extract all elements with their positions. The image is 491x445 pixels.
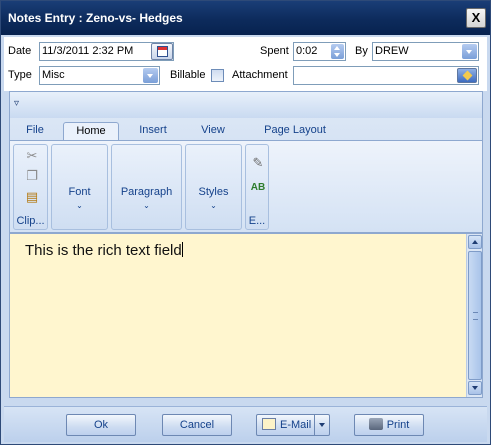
type-select[interactable]: Misc bbox=[39, 66, 160, 85]
rich-text-editor[interactable]: This is the rich text field bbox=[9, 233, 483, 398]
note-form: Date 11/3/2011 2:32 PM Spent 0:02 By DRE… bbox=[4, 37, 487, 91]
find-icon[interactable]: ✎ bbox=[250, 155, 266, 171]
tab-page-layout[interactable]: Page Layout bbox=[250, 122, 340, 140]
scroll-thumb[interactable] bbox=[468, 251, 482, 380]
chevron-down-icon: ⌄ bbox=[143, 201, 150, 210]
printer-icon bbox=[368, 418, 383, 430]
group-clipboard: ✂ ❐ ▤ Clip... bbox=[13, 144, 48, 230]
editing-group-label[interactable]: E... bbox=[246, 215, 268, 227]
copy-icon[interactable]: ❐ bbox=[24, 168, 40, 184]
date-label: Date bbox=[8, 45, 32, 57]
billable-checkbox[interactable] bbox=[211, 69, 224, 82]
paragraph-group-label: Paragraph bbox=[120, 186, 173, 198]
spent-value: 0:02 bbox=[296, 45, 318, 57]
type-value: Misc bbox=[42, 69, 65, 81]
chevron-down-icon: ⌄ bbox=[210, 201, 217, 210]
spin-icon[interactable] bbox=[331, 44, 344, 59]
tab-insert[interactable]: Insert bbox=[128, 122, 178, 140]
spellcheck-icon[interactable]: AB bbox=[250, 180, 266, 196]
ribbon: ▿ File Home Insert View Page Layout ✂ ❐ … bbox=[9, 91, 483, 233]
window-title: Notes Entry : Zeno-vs- Hedges bbox=[8, 11, 183, 25]
cancel-button[interactable]: Cancel bbox=[162, 414, 232, 436]
calendar-button[interactable] bbox=[151, 43, 173, 60]
attachment-field[interactable] bbox=[293, 66, 479, 85]
title-bar[interactable]: Notes Entry : Zeno-vs- Hedges X bbox=[1, 1, 490, 35]
group-styles[interactable]: Styles ⌄ bbox=[185, 144, 242, 230]
paste-icon[interactable]: ▤ bbox=[24, 189, 40, 205]
envelope-icon bbox=[262, 418, 276, 430]
attachment-label: Attachment bbox=[232, 69, 288, 81]
quick-access-toolbar: ▿ bbox=[10, 92, 482, 118]
group-paragraph[interactable]: Paragraph ⌄ bbox=[111, 144, 182, 230]
calendar-icon bbox=[157, 46, 168, 57]
clipboard-group-label[interactable]: Clip... bbox=[14, 215, 47, 227]
scroll-down-icon[interactable] bbox=[468, 381, 482, 395]
print-button[interactable]: Print bbox=[354, 414, 424, 436]
spent-field[interactable]: 0:02 bbox=[293, 42, 346, 61]
dialog-footer: Ok Cancel E-Mail Print bbox=[4, 406, 487, 442]
tab-home[interactable]: Home bbox=[63, 122, 119, 140]
billable-label: Billable bbox=[170, 69, 206, 81]
ok-button[interactable]: Ok bbox=[66, 414, 136, 436]
browse-attachment-button[interactable] bbox=[457, 68, 477, 83]
customize-qat-icon[interactable]: ▿ bbox=[14, 98, 19, 109]
ribbon-tabs: File Home Insert View Page Layout bbox=[10, 118, 482, 140]
chevron-down-icon[interactable] bbox=[462, 44, 477, 59]
group-font[interactable]: Font ⌄ bbox=[51, 144, 108, 230]
cut-icon[interactable]: ✂ bbox=[24, 148, 40, 164]
group-editing: ✎ AB E... bbox=[245, 144, 269, 230]
tab-view[interactable]: View bbox=[190, 122, 236, 140]
spent-label: Spent bbox=[260, 45, 289, 57]
font-group-label: Font bbox=[68, 186, 91, 198]
styles-group-label: Styles bbox=[198, 186, 229, 198]
email-dropdown-chevron[interactable] bbox=[314, 415, 329, 435]
text-caret bbox=[181, 242, 183, 257]
by-select[interactable]: DREW bbox=[372, 42, 479, 61]
tab-file[interactable]: File bbox=[18, 122, 52, 140]
chevron-down-icon: ⌄ bbox=[76, 201, 83, 210]
close-button[interactable]: X bbox=[466, 8, 486, 28]
editor-content[interactable]: This is the rich text field bbox=[25, 242, 183, 259]
notes-entry-window: Notes Entry : Zeno-vs- Hedges X Date 11/… bbox=[0, 0, 491, 445]
by-value: DREW bbox=[375, 45, 409, 57]
chevron-down-icon[interactable] bbox=[143, 68, 158, 83]
type-label: Type bbox=[8, 69, 32, 81]
by-label: By bbox=[355, 45, 368, 57]
scroll-up-icon[interactable] bbox=[468, 235, 482, 249]
vertical-scrollbar[interactable] bbox=[466, 234, 482, 397]
email-button[interactable]: E-Mail bbox=[256, 414, 330, 436]
ribbon-panel-home: ✂ ❐ ▤ Clip... Font ⌄ Paragraph ⌄ Styles … bbox=[10, 140, 482, 232]
date-value: 11/3/2011 2:32 PM bbox=[42, 45, 134, 57]
